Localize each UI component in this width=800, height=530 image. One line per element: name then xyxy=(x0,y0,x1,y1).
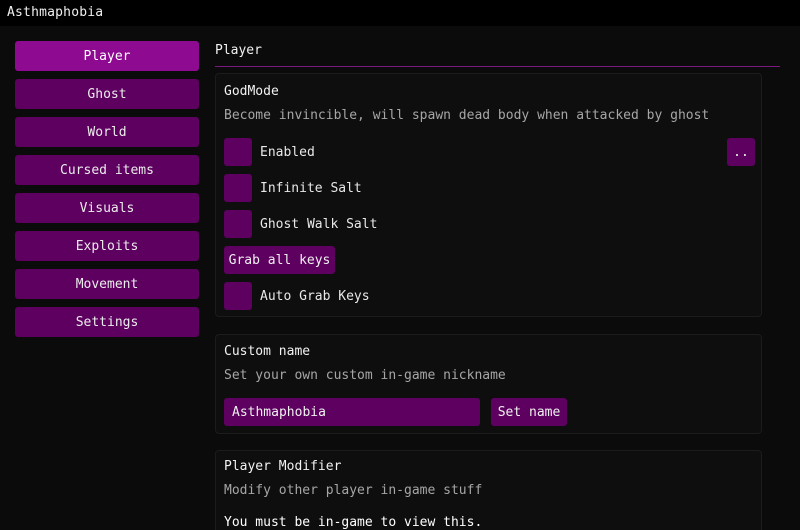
player-modifier-title: Player Modifier xyxy=(224,459,342,474)
sidebar-item-settings[interactable]: Settings xyxy=(15,307,199,337)
sidebar: Player Ghost World Cursed items Visuals … xyxy=(15,41,199,345)
ghost-walk-salt-label: Ghost Walk Salt xyxy=(260,216,378,232)
godmode-card: GodMode Become invincible, will spawn de… xyxy=(215,73,762,317)
sidebar-item-exploits[interactable]: Exploits xyxy=(15,231,199,261)
section-header: Player xyxy=(215,41,780,67)
player-modifier-notice: You must be in-game to view this. xyxy=(224,515,483,530)
player-modifier-card: Player Modifier Modify other player in-g… xyxy=(215,450,762,530)
main-content: Player GodMode Become invincible, will s… xyxy=(215,41,780,530)
infinite-salt-checkbox[interactable] xyxy=(224,174,252,202)
set-name-button[interactable]: Set name xyxy=(491,398,567,426)
custom-name-description: Set your own custom in-game nickname xyxy=(224,368,506,383)
title-bar: Asthmaphobia xyxy=(0,0,800,26)
section-title: Player xyxy=(215,43,262,58)
sidebar-item-world[interactable]: World xyxy=(15,117,199,147)
sidebar-item-cursed-items[interactable]: Cursed items xyxy=(15,155,199,185)
grab-all-keys-button[interactable]: Grab all keys xyxy=(224,246,335,274)
custom-name-card: Custom name Set your own custom in-game … xyxy=(215,334,762,434)
sidebar-item-visuals[interactable]: Visuals xyxy=(15,193,199,223)
godmode-enabled-checkbox[interactable] xyxy=(224,138,252,166)
godmode-options-button[interactable]: .. xyxy=(727,138,755,166)
ghost-walk-salt-checkbox[interactable] xyxy=(224,210,252,238)
auto-grab-keys-label: Auto Grab Keys xyxy=(260,288,370,304)
custom-name-title: Custom name xyxy=(224,344,311,359)
ghost-walk-salt-row: Ghost Walk Salt xyxy=(224,210,377,238)
auto-grab-keys-row: Auto Grab Keys xyxy=(224,282,370,310)
sidebar-item-movement[interactable]: Movement xyxy=(15,269,199,299)
infinite-salt-row: Infinite Salt xyxy=(224,174,362,202)
custom-name-input[interactable]: Asthmaphobia xyxy=(224,398,480,426)
godmode-enabled-row: Enabled xyxy=(224,138,315,166)
infinite-salt-label: Infinite Salt xyxy=(260,180,362,196)
sidebar-item-player[interactable]: Player xyxy=(15,41,199,71)
player-modifier-description: Modify other player in-game stuff xyxy=(224,483,483,498)
godmode-enabled-label: Enabled xyxy=(260,144,315,160)
window-title: Asthmaphobia xyxy=(7,5,104,20)
sidebar-item-ghost[interactable]: Ghost xyxy=(15,79,199,109)
auto-grab-keys-checkbox[interactable] xyxy=(224,282,252,310)
godmode-description: Become invincible, will spawn dead body … xyxy=(224,108,710,123)
godmode-title: GodMode xyxy=(224,84,279,99)
